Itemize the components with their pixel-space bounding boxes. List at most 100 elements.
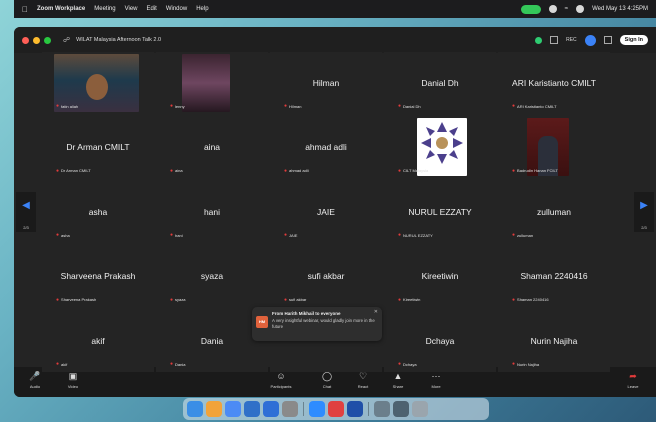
participant-name: zulluman bbox=[517, 232, 534, 238]
participants-label: Participants bbox=[270, 384, 292, 389]
menubar-clock[interactable]: Wed May 13 4:25PM bbox=[592, 6, 648, 12]
app-menu[interactable]: Zoom Workplace bbox=[37, 6, 85, 12]
grid-view-icon[interactable] bbox=[550, 36, 559, 44]
participant-name: Kireetiwin bbox=[403, 297, 421, 303]
participant-tile[interactable]: Dchaya ● Dchaya bbox=[384, 309, 496, 372]
window-preview-icon[interactable] bbox=[393, 401, 409, 417]
participant-name-tag: ● Danial Dh bbox=[398, 103, 421, 109]
participant-name: NURUL EZZATY bbox=[403, 232, 433, 238]
muted-mic-icon: ● bbox=[170, 361, 174, 367]
participant-tile[interactable]: Sharveena Prakash ● Sharveena Prakash bbox=[42, 245, 154, 308]
zoom-status-icon[interactable] bbox=[520, 4, 541, 14]
previous-page-button[interactable]: ◀ 2/3 bbox=[16, 192, 36, 232]
muted-mic-icon: ● bbox=[398, 167, 402, 174]
share-button[interactable]: ▲ Share bbox=[383, 370, 413, 389]
encryption-shield-icon[interactable] bbox=[535, 36, 543, 44]
finder-icon[interactable] bbox=[187, 401, 203, 417]
menu-help[interactable]: Help bbox=[196, 6, 208, 12]
window-controls bbox=[22, 36, 51, 44]
menu-window[interactable]: Window bbox=[166, 6, 187, 12]
participant-tile[interactable]: ● lenny bbox=[156, 52, 268, 115]
zoom-app-icon[interactable] bbox=[309, 401, 325, 417]
appstore-icon[interactable] bbox=[225, 401, 241, 417]
participant-name: Dchaya bbox=[403, 361, 417, 367]
participant-tile[interactable]: asha ● asha bbox=[42, 180, 154, 244]
window-preview-icon[interactable] bbox=[374, 401, 390, 417]
video-button[interactable]: ▣ Video bbox=[58, 370, 88, 389]
participant-tile[interactable]: sufi akbar ● sufi akbar bbox=[270, 245, 382, 308]
muted-mic-icon: ● bbox=[512, 167, 516, 174]
view-toggle-icon[interactable] bbox=[603, 36, 612, 44]
fullscreen-window-button[interactable] bbox=[44, 36, 51, 44]
menu-view[interactable]: View bbox=[125, 6, 138, 12]
control-center-icon[interactable] bbox=[576, 5, 585, 13]
trash-icon[interactable] bbox=[412, 401, 428, 417]
participant-display-name: hani bbox=[203, 206, 221, 217]
muted-mic-icon: ● bbox=[284, 296, 288, 303]
recording-indicator[interactable]: REC bbox=[566, 37, 577, 43]
profile-icon[interactable] bbox=[584, 34, 596, 46]
leave-button[interactable]: ➦ Leave bbox=[618, 370, 648, 389]
participant-tile[interactable]: Kireetiwin ● Kireetiwin bbox=[384, 245, 496, 308]
participant-tile[interactable]: Shaman 2240416 ● Shaman 2240416 bbox=[498, 245, 610, 308]
photos-icon[interactable] bbox=[206, 401, 222, 417]
participant-tile[interactable]: Dr Arman CMILT ● Dr Arman CMILT bbox=[42, 116, 154, 179]
next-page-button[interactable]: ▶ 2/3 bbox=[634, 192, 654, 232]
participant-tile[interactable]: syaza ● syaza bbox=[156, 245, 268, 308]
more-label: More bbox=[431, 384, 441, 389]
participant-tile[interactable]: NURUL EZZATY ● NURUL EZZATY bbox=[384, 180, 496, 244]
arrow-right-icon: ▶ bbox=[640, 200, 648, 211]
participant-tile[interactable]: ● fatin aliah bbox=[42, 52, 154, 115]
participant-tile[interactable]: Nurin Najiha ● Nurin Najiha bbox=[498, 309, 610, 372]
chat-button[interactable]: ◯ Chat bbox=[312, 370, 342, 389]
window-titlebar: ☍ WILAT Malaysia Afternoon Talk 2.0 REC … bbox=[14, 27, 656, 53]
settings-icon[interactable] bbox=[282, 401, 298, 417]
minimize-window-button[interactable] bbox=[33, 36, 40, 44]
compass-logo-icon bbox=[421, 122, 463, 165]
participant-tile[interactable]: aina ● aina bbox=[156, 116, 268, 179]
menu-meeting[interactable]: Meeting bbox=[94, 6, 115, 12]
muted-mic-icon: ● bbox=[56, 103, 60, 110]
participant-display-name: akif bbox=[91, 335, 105, 346]
participant-tile[interactable]: Danial Dh ● Danial Dh bbox=[384, 52, 496, 115]
participant-tile[interactable]: hani ● hani bbox=[156, 180, 268, 244]
participant-tile[interactable]: akif ● akif bbox=[42, 309, 154, 372]
participant-tile[interactable]: ● CILT Malaysia bbox=[384, 116, 496, 179]
participant-name-tag: ● Sharveena Prakash bbox=[56, 297, 96, 303]
muted-mic-icon: ● bbox=[512, 296, 516, 303]
participant-tile[interactable]: ahmad adli ● ahmad adli bbox=[270, 116, 382, 179]
participant-name: Dania bbox=[175, 361, 186, 367]
outlook-icon[interactable] bbox=[263, 401, 279, 417]
participant-name-tag: ● NURUL EZZATY bbox=[398, 232, 433, 238]
word-icon[interactable] bbox=[347, 401, 363, 417]
audio-button[interactable]: 🎤 Audio bbox=[20, 370, 50, 389]
app-icon[interactable] bbox=[328, 401, 344, 417]
wifi-icon[interactable]: ≈ bbox=[565, 6, 568, 12]
menu-edit[interactable]: Edit bbox=[147, 6, 157, 12]
safari-icon[interactable] bbox=[244, 401, 260, 417]
close-window-button[interactable] bbox=[22, 36, 29, 44]
participant-name-tag: ● lenny bbox=[170, 103, 185, 109]
participant-tile[interactable]: ● Badrudin Hanan FCILT bbox=[498, 116, 610, 179]
react-label: React bbox=[357, 384, 369, 389]
macos-menubar:  Zoom Workplace Meeting View Edit Windo… bbox=[14, 0, 656, 18]
participant-tile[interactable]: zulluman ● zulluman bbox=[498, 180, 610, 244]
participant-tile[interactable]: ARI Karistianto CMILT ● ARI Karistianto C… bbox=[498, 52, 610, 115]
sign-in-button[interactable]: Sign In bbox=[619, 35, 648, 45]
close-icon[interactable]: ✕ bbox=[374, 309, 378, 315]
participant-name-tag: ● Dania bbox=[170, 361, 185, 367]
participant-tile[interactable]: Hilman ● Hilman bbox=[270, 52, 382, 115]
meeting-info-icon[interactable]: ☍ bbox=[63, 36, 70, 44]
participant-name-tag: ● Nurin Najiha bbox=[512, 361, 539, 367]
leave-label: Leave bbox=[627, 384, 639, 389]
chat-notification[interactable]: HM From Harith Mikhail to everyone A ver… bbox=[252, 307, 382, 341]
participant-tile[interactable]: JAIE ● JAIE bbox=[270, 180, 382, 244]
participant-display-name: Danial Dh bbox=[421, 78, 459, 88]
react-button[interactable]: ♡ React bbox=[348, 370, 378, 389]
participant-name: akif bbox=[61, 361, 68, 367]
apple-menu-icon[interactable]:  bbox=[22, 5, 28, 14]
more-button[interactable]: ⋯ More bbox=[421, 370, 451, 389]
participant-name: hani bbox=[175, 232, 183, 238]
status-dot-icon[interactable] bbox=[548, 5, 557, 13]
participants-button[interactable]: ☺ Participants bbox=[266, 370, 296, 389]
